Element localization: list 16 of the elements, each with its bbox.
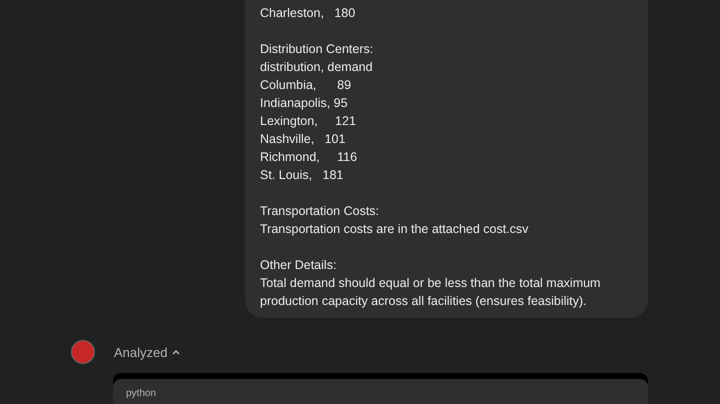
message-text: distribution, demand bbox=[260, 59, 374, 76]
language-label: python bbox=[126, 388, 156, 399]
analyzed-toggle[interactable]: Analyzed bbox=[114, 344, 182, 360]
message-text: Indianapolis, 95 bbox=[260, 95, 349, 112]
message-text: Nashville, 101 bbox=[260, 131, 346, 148]
message-text: Columbia, 89 bbox=[260, 77, 352, 94]
message-text: Lexington, 121 bbox=[260, 113, 357, 130]
avatar-icon bbox=[71, 340, 95, 364]
message-text: Total demand should equal or be less than the total maximum production capacity across all facilities (ensures feasibility). bbox=[260, 275, 602, 310]
message-text: Other Details: bbox=[260, 257, 338, 274]
message-text: St. Louis, 181 bbox=[260, 167, 344, 184]
message-text: Distribution Centers: bbox=[260, 41, 374, 58]
message-text: Richmond, 116 bbox=[260, 149, 358, 166]
message-text: Charleston, 180 bbox=[260, 5, 356, 22]
message-text: Transportation costs are in the attached cost.csv bbox=[260, 221, 530, 238]
message-text: Transportation Costs: bbox=[260, 203, 380, 220]
